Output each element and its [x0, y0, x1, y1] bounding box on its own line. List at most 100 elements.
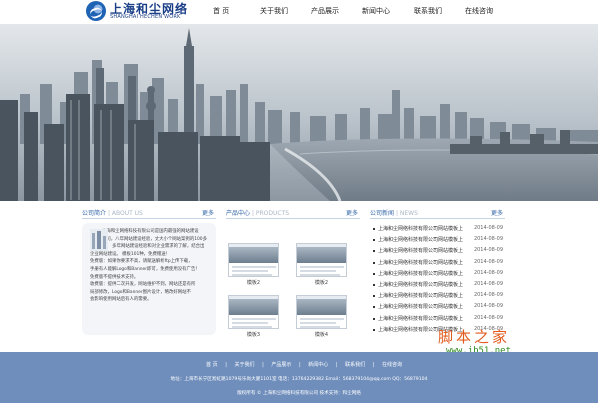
- about-line: 免费版：如果你要求不高，请赋送解析ftp上传下载，: [90, 259, 193, 265]
- bullet-icon: [373, 272, 375, 275]
- news-date: 2014-08-09: [473, 258, 503, 265]
- news-section: 公司新闻 | NEWS 更多 上海和尘网络科技有限公司网站模板上 2014-08-…: [370, 207, 505, 336]
- nav-consult[interactable]: 在线咨询: [465, 6, 493, 16]
- nav-news[interactable]: 新闻中心: [362, 6, 390, 16]
- news-date: 2014-08-09: [473, 292, 503, 299]
- about-line: 企业网站建设。 模板101种，免费赠送！: [90, 251, 171, 257]
- news-item[interactable]: 上海和尘网络科技有限公司网站模板上 2014-08-09: [370, 291, 505, 302]
- site-footer: 首 页 | 关于我们 | 产品展示 | 新闻中心 | 联系我们 | 在线咨询 地…: [0, 352, 598, 403]
- about-line: 会影响使用网站后有人的需要。: [90, 297, 152, 303]
- about-section: 公司简介 | ABOUT US 更多 上海和尘网络科技有限公司是国内最强的网站建…: [82, 207, 216, 335]
- footer-nav-separator: |: [225, 362, 227, 368]
- about-title-en: | ABOUT US: [107, 210, 143, 217]
- news-list: 上海和尘网络科技有限公司网站模板上 2014-08-09 上海和尘网络科技有限公司…: [370, 224, 505, 336]
- bullet-icon: [373, 250, 375, 253]
- about-image: [90, 229, 108, 251]
- product-thumbnail: [296, 243, 347, 277]
- about-line: 收费版：提供二次开发，网站维护不到，网站还是有所: [90, 282, 196, 288]
- news-item[interactable]: 上海和尘网络科技有限公司网站模板上 2014-08-09: [370, 235, 505, 246]
- product-card[interactable]: 模板2: [228, 243, 279, 286]
- bullet-icon: [373, 261, 375, 264]
- news-title-link[interactable]: 上海和尘网络科技有限公司网站模板上: [378, 236, 463, 243]
- product-caption: 模板4: [314, 332, 329, 338]
- news-date: 2014-08-09: [473, 314, 503, 321]
- nav-about[interactable]: 关于我们: [260, 6, 288, 16]
- news-date: 2014-08-09: [473, 303, 503, 310]
- news-title-link[interactable]: 上海和尘网络科技有限公司网站模板上: [378, 281, 463, 288]
- about-more-link[interactable]: 更多: [202, 208, 214, 217]
- site-logo[interactable]: 上海和尘网络 SHANGHAI HECHEN WORK: [86, 1, 187, 23]
- logo-text-en: SHANGHAI HECHEN WORK: [110, 14, 181, 20]
- nav-products[interactable]: 产品展示: [311, 6, 339, 16]
- news-title-link[interactable]: 上海和尘网络科技有限公司网站模板上: [378, 270, 463, 277]
- footer-address: 地址：上海市长宁区淞虹路1079号乐尚大厦1101室 电话：1376422938…: [170, 377, 428, 382]
- news-date: 2014-08-09: [473, 269, 503, 276]
- footer-nav: 首 页 | 关于我们 | 产品展示 | 新闻中心 | 联系我们 | 在线咨询: [206, 361, 408, 368]
- news-item[interactable]: 上海和尘网络科技有限公司网站模板上 2014-08-09: [370, 314, 505, 325]
- product-card[interactable]: 模板3: [228, 295, 279, 338]
- news-date: 2014-08-09: [473, 225, 503, 231]
- products-title-cn: 产品中心: [226, 210, 251, 217]
- product-card[interactable]: 模板4: [296, 295, 347, 338]
- bullet-icon: [373, 228, 375, 230]
- news-item[interactable]: 上海和尘网络科技有限公司网站模板上 2014-08-09: [370, 246, 505, 257]
- about-line: 局部修改，Logo和Banner图片设计，略改好网站不: [90, 289, 191, 295]
- hero-banner[interactable]: [0, 24, 598, 201]
- news-item[interactable]: 上海和尘网络科技有限公司网站模板上 2014-08-09: [370, 258, 505, 269]
- bullet-icon: [373, 306, 375, 309]
- footer-nav-consult[interactable]: 在线咨询: [382, 362, 402, 368]
- products-grid: 模板2 模板2 模板3 模板4: [226, 225, 360, 338]
- products-more-link[interactable]: 更多: [346, 208, 358, 217]
- product-thumbnail: [228, 295, 279, 329]
- nav-home[interactable]: 首 页: [213, 6, 229, 16]
- about-title-cn: 公司简介: [82, 210, 107, 217]
- about-title: 公司简介 | ABOUT US: [82, 208, 143, 217]
- footer-nav-about[interactable]: 关于我们: [234, 362, 254, 368]
- footer-nav-separator: |: [372, 362, 375, 368]
- news-title-link[interactable]: 上海和尘网络科技有限公司网站模板上: [378, 225, 463, 232]
- product-thumbnail: [228, 243, 279, 277]
- footer-nav-separator: |: [335, 362, 338, 368]
- about-line: 手册有人能解Logo和Banner即可，免费使用没有广告！: [90, 266, 200, 272]
- products-header: 产品中心 | PRODUCTS 更多: [226, 207, 360, 219]
- products-title: 产品中心 | PRODUCTS: [226, 208, 289, 217]
- news-title: 公司新闻 | NEWS: [370, 208, 418, 217]
- footer-nav-products[interactable]: 产品展示: [271, 362, 291, 368]
- products-section: 产品中心 | PRODUCTS 更多 模板2 模板2 模板3 模板4: [226, 207, 360, 338]
- footer-nav-home[interactable]: 首 页: [206, 362, 218, 368]
- nav-contact[interactable]: 联系我们: [414, 6, 442, 16]
- news-title-cn: 公司新闻: [370, 210, 395, 217]
- about-content: 上海和尘网络科技有限公司是国内最强的网站建设 公司，八年网站建设经验，丈大小个网…: [82, 223, 216, 335]
- about-line: 免费版不提供技术支持。: [90, 274, 139, 280]
- logo-mark-icon: [86, 1, 106, 21]
- news-title-link[interactable]: 上海和尘网络科技有限公司网站模板上: [378, 292, 463, 299]
- bullet-icon: [373, 328, 375, 331]
- bullet-icon: [373, 283, 375, 286]
- product-caption: 模板2: [314, 280, 329, 286]
- bullet-icon: [373, 317, 375, 320]
- news-item[interactable]: 上海和尘网络科技有限公司网站模板上 2014-08-09: [370, 269, 505, 280]
- news-more-link[interactable]: 更多: [491, 208, 503, 217]
- news-title-link[interactable]: 上海和尘网络科技有限公司网站模板上: [378, 247, 463, 254]
- news-title-link[interactable]: 上海和尘网络科技有限公司网站模板上: [378, 315, 463, 322]
- footer-nav-separator: |: [298, 362, 301, 368]
- footer-nav-contact[interactable]: 联系我们: [345, 362, 365, 368]
- footer-nav-separator: |: [262, 362, 264, 368]
- news-date: 2014-08-09: [473, 247, 503, 254]
- footer-nav-news[interactable]: 新闻中心: [308, 362, 328, 368]
- skyline-image: [0, 24, 598, 201]
- news-title-link[interactable]: 上海和尘网络科技有限公司网站模板上: [378, 303, 463, 310]
- news-title-link[interactable]: 上海和尘网络科技有限公司网站模板上: [378, 259, 463, 266]
- news-item[interactable]: 上海和尘网络科技有限公司网站模板上 2014-08-09: [370, 280, 505, 291]
- watermark-cn: 脚本之家: [438, 328, 511, 346]
- bullet-icon: [373, 239, 375, 242]
- site-header: 上海和尘网络 SHANGHAI HECHEN WORK 首 页 关于我们 产品展…: [0, 0, 598, 24]
- product-thumbnail: [296, 295, 347, 329]
- news-header: 公司新闻 | NEWS 更多: [370, 207, 505, 219]
- about-header: 公司简介 | ABOUT US 更多: [82, 207, 216, 219]
- product-caption: 模板3: [246, 332, 261, 338]
- news-item[interactable]: 上海和尘网络科技有限公司网站模板上 2014-08-09: [370, 302, 505, 313]
- news-item[interactable]: 上海和尘网络科技有限公司网站模板上 2014-08-09: [370, 224, 505, 235]
- product-card[interactable]: 模板2: [296, 243, 347, 286]
- news-title-en: | NEWS: [395, 210, 418, 217]
